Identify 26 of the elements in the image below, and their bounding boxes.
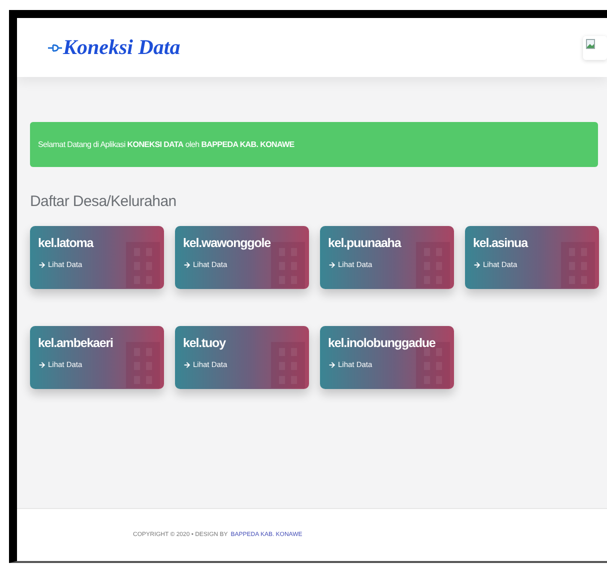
plug-icon xyxy=(47,42,63,54)
arrow-right-icon xyxy=(183,360,191,368)
building-icon xyxy=(126,242,160,288)
building-icon xyxy=(271,342,305,388)
logo[interactable]: Koneksi Data xyxy=(47,35,180,60)
card-title: kel.ambekaeri xyxy=(38,335,114,351)
arrow-right-icon xyxy=(328,260,336,268)
card-title: kel.puunaaha xyxy=(328,235,402,251)
image-placeholder[interactable] xyxy=(583,36,607,60)
broken-image-icon xyxy=(586,38,595,48)
card-title: kel.latoma xyxy=(38,235,95,251)
arrow-right-icon xyxy=(183,260,191,268)
building-icon xyxy=(126,342,160,388)
building-icon xyxy=(416,242,450,288)
card-title: kel.asinua xyxy=(473,235,530,251)
arrow-right-icon xyxy=(38,360,46,368)
building-icon xyxy=(271,242,305,288)
card-title: kel.wawonggole xyxy=(183,235,272,251)
arrow-right-icon xyxy=(473,260,481,268)
arrow-right-icon xyxy=(328,360,336,368)
card-title: kel.inolobunggadue xyxy=(328,335,436,351)
section-title: Daftar Desa/Kelurahan xyxy=(30,193,178,210)
arrow-right-icon xyxy=(38,260,46,268)
card-title: kel.tuoy xyxy=(183,335,227,351)
welcome-alert: Selamat Datang di Aplikasi KONEKSI DATA oleh BAPPEDA KAB. KONAWE xyxy=(30,122,598,167)
building-icon xyxy=(561,242,595,288)
